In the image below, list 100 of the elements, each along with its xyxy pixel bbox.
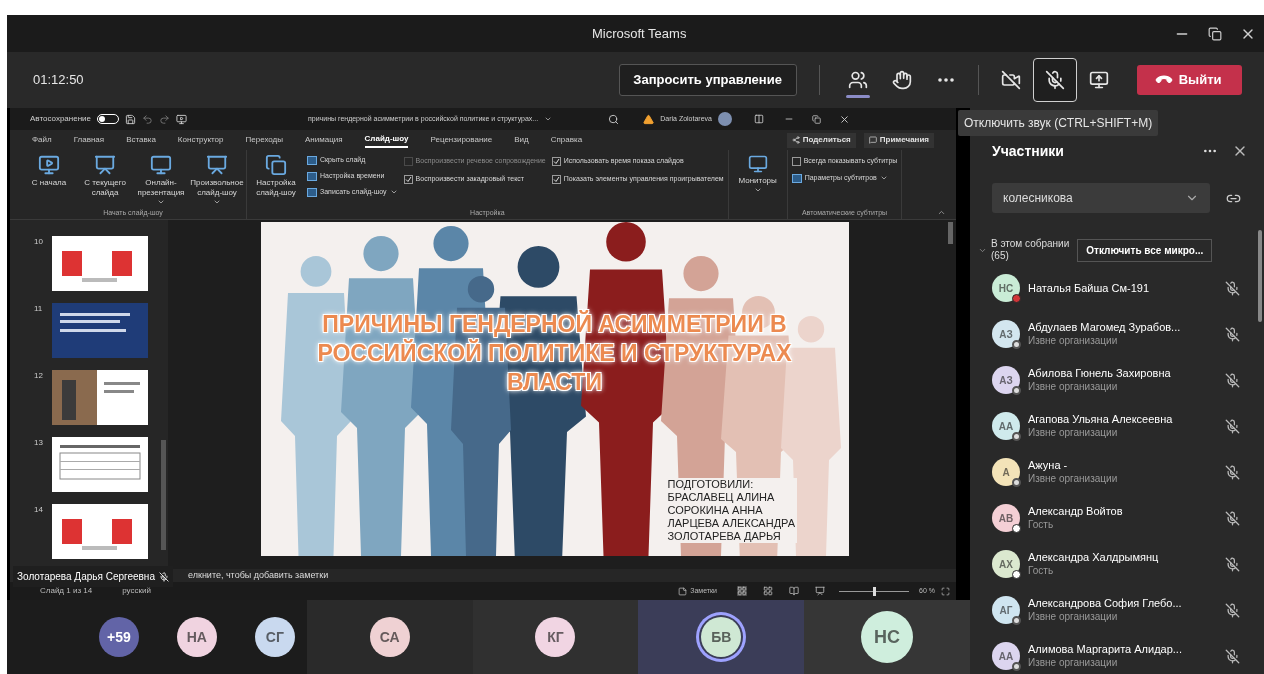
slide-counter: Слайд 1 из 14 [40, 585, 93, 597]
participant-row[interactable]: АГ Александрова София Глебо... Извне организации [992, 592, 1254, 628]
warning-icon [643, 113, 655, 125]
participant-avatar: АЗ [992, 366, 1020, 394]
ribbon-button[interactable]: Настройка слайд-шоу [251, 152, 301, 198]
save-icon[interactable] [125, 113, 136, 125]
slide-thumbnail[interactable] [52, 236, 148, 291]
presenter-name: Золотарева Дарья Сергеевна [13, 566, 173, 587]
sorter-view-icon[interactable] [763, 586, 774, 596]
close-icon[interactable] [838, 113, 850, 125]
checkmark-icon [552, 175, 560, 183]
participant-avatar: АА [992, 642, 1020, 670]
participant-avatar: НС [861, 611, 914, 663]
participant-name: Александра Халдрымянц [1028, 550, 1159, 564]
participant-role: Извне организации [1028, 380, 1119, 394]
slide-thumbnail[interactable] [52, 504, 148, 559]
participant-avatar: АА [992, 412, 1020, 440]
participant-row[interactable]: АА Алимова Маргарита Алидар... Извне организации [992, 638, 1254, 674]
participant-row[interactable]: А Ажуна - Извне организации [992, 454, 1254, 490]
participant-role: Извне организации [1028, 656, 1119, 670]
ribbon-tab[interactable]: Справка [550, 132, 583, 148]
ribbon-tab[interactable]: Конструктор [177, 132, 224, 148]
slide-thumbnail[interactable] [52, 303, 148, 358]
ribbon-tab[interactable]: Рецензирование [430, 132, 493, 148]
camera-off-icon [1000, 70, 1021, 90]
slideshow-view-icon[interactable] [815, 586, 826, 596]
mic-off-icon[interactable] [1225, 464, 1240, 480]
participant-avatar: АЗ [992, 320, 1020, 348]
participant-role: Извне организации [1028, 472, 1118, 486]
people-icon [847, 70, 868, 90]
slideshow-icon[interactable] [176, 113, 187, 125]
participant-avatar: АГ [992, 596, 1020, 624]
participant-role: Извне организации [1028, 610, 1119, 624]
ribbon-tab[interactable]: Главная [73, 132, 105, 148]
participant-row[interactable]: АВ Александр Войтов Гость [992, 500, 1254, 536]
mic-button[interactable] [1032, 58, 1077, 102]
search-field[interactable]: колесникова [992, 183, 1210, 213]
ribbon-button[interactable]: Мониторы [732, 152, 783, 194]
ribbon-button[interactable]: С текущего слайда [80, 152, 130, 198]
redo-icon[interactable] [159, 113, 170, 125]
leave-button[interactable]: Выйти [1136, 65, 1242, 95]
mic-off-icon[interactable] [1225, 648, 1240, 664]
meeting-timer: 01:12:50 [33, 71, 84, 90]
participant-row[interactable]: АЗ Абилова Гюнель Захировна Извне организации [992, 362, 1254, 398]
share-button[interactable]: Поделиться [786, 132, 856, 148]
ribbon-tab[interactable]: Переходы [245, 132, 283, 148]
author-name: СОРОКИНА АННА [667, 504, 764, 517]
ribbon-display-icon[interactable] [753, 114, 764, 124]
slide-thumbnail[interactable] [52, 370, 148, 425]
slideshow-setup-icon [265, 154, 287, 176]
mute-all-button[interactable]: Отключить все микро... [1077, 238, 1213, 262]
comment-icon [868, 136, 877, 144]
reading-view-icon[interactable] [789, 586, 800, 596]
mic-off-icon[interactable] [1225, 556, 1240, 572]
participant-role: Гость [1028, 518, 1055, 532]
mic-off-icon[interactable] [1225, 418, 1240, 434]
ribbon-button[interactable]: Онлайн-презентация [136, 152, 186, 206]
request-control-button[interactable]: Запросить управление [618, 64, 797, 96]
ribbon-button[interactable]: С начала [24, 152, 74, 188]
participant-row[interactable]: АЗ Абдулаев Магомед Зурабов... Извне организации [992, 316, 1254, 352]
ribbon-tab[interactable]: Слайд-шоу [364, 132, 409, 148]
mic-off-icon[interactable] [1225, 602, 1240, 618]
participant-row[interactable]: АА Агапова Ульяна Алексеевна Извне организации [992, 408, 1254, 444]
slide-thumbnail[interactable] [52, 437, 148, 492]
ribbon-tab[interactable]: Анимация [305, 132, 343, 148]
participant-row[interactable]: НС Наталья Байша См-191 [992, 270, 1254, 306]
search-icon[interactable] [608, 113, 620, 125]
mic-off-icon[interactable] [1225, 510, 1240, 526]
ribbon-tab[interactable]: Вставка [126, 132, 156, 148]
ribbon-tab[interactable]: Файл [32, 132, 52, 148]
notes-placeholder[interactable]: елкните, чтобы добавить заметки [188, 568, 329, 583]
collapse-ribbon-icon[interactable] [937, 208, 946, 217]
restore-icon[interactable] [1208, 26, 1222, 41]
normal-view-icon[interactable] [737, 586, 748, 596]
participant-avatar: +59 [98, 617, 139, 657]
comments-button[interactable]: Примечания [863, 132, 934, 148]
scrollbar[interactable] [1258, 230, 1262, 322]
participant-role: Извне организации [1028, 426, 1119, 440]
user-avatar[interactable] [717, 112, 732, 126]
undo-icon[interactable] [142, 113, 153, 125]
zoom-thumb[interactable] [872, 586, 876, 596]
mic-off-icon[interactable] [1225, 372, 1240, 388]
participant-row[interactable]: АХ Александра Халдрымянц Гость [992, 546, 1254, 582]
participant-avatar: СГ [254, 617, 295, 657]
scrollbar[interactable] [161, 440, 166, 550]
participant-name: Наталья Байша См-191 [1028, 281, 1150, 295]
ribbon-button[interactable]: Произвольное слайд-шоу [192, 152, 242, 206]
participant-name: Ажуна - [1028, 458, 1069, 472]
fit-slide-icon[interactable] [941, 586, 950, 596]
participant-avatar: НС [992, 274, 1020, 302]
author-name: БРАСЛАВЕЦ АЛИНА [667, 491, 776, 504]
mic-off-icon[interactable] [1225, 326, 1240, 342]
mic-off-icon [158, 571, 169, 582]
presentation-icon [206, 154, 228, 176]
participant-name: Абилова Гюнель Захировна [1028, 366, 1171, 380]
ribbon-tab[interactable]: Вид [514, 132, 529, 148]
mic-off-icon[interactable] [1225, 280, 1240, 296]
mic-off-icon [1044, 70, 1065, 90]
participant-name: Агапова Ульяна Алексеевна [1028, 412, 1173, 426]
scrollbar[interactable] [948, 222, 953, 244]
